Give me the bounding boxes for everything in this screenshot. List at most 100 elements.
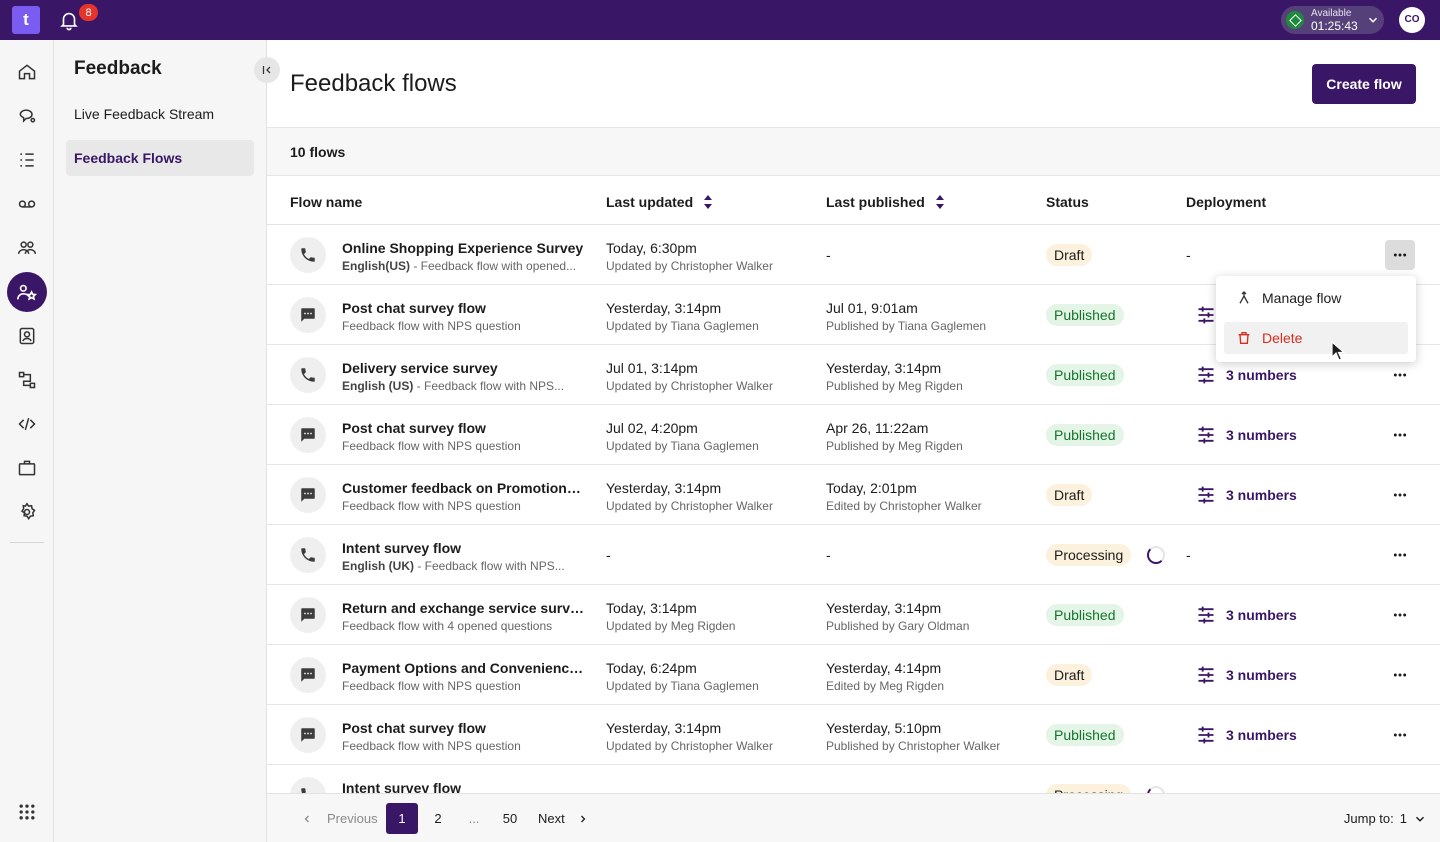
row-more-actions-button[interactable] — [1385, 540, 1415, 570]
jump-to-page-select[interactable]: Jump to: 1 — [1344, 803, 1427, 834]
last-updated-date: Today, 3:14pm — [606, 600, 697, 616]
table-row[interactable]: Post chat survey flow Feedback flow with … — [267, 705, 1440, 765]
conversations-icon[interactable] — [7, 96, 47, 136]
page-2-button[interactable]: 2 — [422, 803, 454, 834]
sliders-icon — [1198, 666, 1214, 684]
next-label: Next — [538, 811, 565, 826]
row-actions-menu: Manage flow Delete — [1216, 276, 1416, 362]
merge-arrow-icon — [1239, 291, 1249, 304]
flow-name[interactable]: Post chat survey flow — [342, 420, 584, 436]
flows-icon[interactable] — [7, 360, 47, 400]
flow-name[interactable]: Intent survey flow — [342, 540, 584, 556]
chevron-down-icon — [1415, 816, 1425, 822]
phone-icon — [290, 537, 326, 573]
sort-icon[interactable] — [703, 195, 713, 209]
settings-gear-icon[interactable] — [7, 492, 47, 532]
flow-name[interactable]: Online Shopping Experience Survey — [342, 240, 584, 256]
user-avatar[interactable]: CO — [1399, 7, 1425, 33]
deployment-link[interactable]: 3 numbers — [1196, 605, 1297, 625]
bell-icon[interactable] — [58, 9, 80, 31]
jump-to-value: 1 — [1399, 811, 1407, 826]
sliders-icon — [1198, 606, 1214, 624]
flow-name[interactable]: Post chat survey flow — [342, 300, 584, 316]
flow-name[interactable]: Return and exchange service survey — [342, 600, 584, 616]
loading-spinner-icon — [1147, 546, 1165, 564]
column-header-last-published[interactable]: Last published — [826, 194, 945, 210]
trash-icon — [1238, 332, 1250, 344]
manage-flow-menu-item[interactable]: Manage flow — [1224, 282, 1408, 314]
flow-name[interactable]: Intent survey flow — [342, 780, 584, 793]
page-50-button[interactable]: 50 — [494, 803, 526, 834]
list-icon[interactable] — [7, 140, 47, 180]
deployment-link[interactable]: 3 numbers — [1196, 725, 1297, 745]
chat-icon — [290, 417, 326, 453]
row-more-actions-button[interactable] — [1385, 600, 1415, 630]
row-more-actions-button[interactable] — [1385, 780, 1415, 793]
table-row[interactable]: Post chat survey flow Feedback flow with … — [267, 405, 1440, 465]
team-icon[interactable] — [7, 228, 47, 268]
table-row[interactable]: Return and exchange service survey Feedba… — [267, 585, 1440, 645]
sidebar-item-feedback-flows[interactable]: Feedback Flows — [66, 140, 254, 176]
deployment-link[interactable]: 3 numbers — [1196, 485, 1297, 505]
app-grid-icon[interactable] — [7, 792, 47, 832]
row-more-actions-button[interactable] — [1385, 420, 1415, 450]
rail-divider — [10, 542, 44, 543]
code-icon[interactable] — [7, 404, 47, 444]
page-ellipsis: ... — [468, 811, 480, 826]
row-more-actions-button[interactable] — [1385, 660, 1415, 690]
phone-icon — [290, 237, 326, 273]
phone-icon — [290, 357, 326, 393]
sort-icon[interactable] — [935, 195, 945, 209]
deployment-label: 3 numbers — [1226, 487, 1297, 503]
flow-name[interactable]: Post chat survey flow — [342, 720, 584, 736]
previous-page-button[interactable]: Previous — [301, 803, 378, 834]
feedback-icon[interactable] — [7, 272, 47, 312]
table-row[interactable]: Customer feedback on Promotions a... Feed… — [267, 465, 1440, 525]
contacts-icon[interactable] — [7, 316, 47, 356]
flow-description: English(US) - Feedback flow with opened.… — [342, 259, 584, 273]
sidebar-item-live-feedback-stream[interactable]: Live Feedback Stream — [66, 96, 254, 132]
flow-name[interactable]: Payment Options and Convenience S... — [342, 660, 584, 676]
row-more-actions-button[interactable] — [1385, 720, 1415, 750]
column-header-last-updated[interactable]: Last updated — [606, 194, 713, 210]
row-more-actions-button[interactable] — [1385, 360, 1415, 390]
last-updated-date: Yesterday, 3:14pm — [606, 300, 722, 316]
voicemail-icon[interactable] — [7, 184, 47, 224]
delete-menu-item[interactable]: Delete — [1224, 322, 1408, 354]
row-more-actions-button[interactable] — [1385, 480, 1415, 510]
row-more-actions-button[interactable] — [1385, 240, 1415, 270]
more-horizontal-icon — [1393, 733, 1407, 737]
collapse-sidebar-icon[interactable] — [254, 57, 280, 83]
flow-name[interactable]: Delivery service survey — [342, 360, 584, 376]
create-flow-button[interactable]: Create flow — [1312, 64, 1416, 104]
sidebar-title: Feedback — [74, 58, 162, 79]
page-1-button[interactable]: 1 — [386, 803, 418, 834]
table-row[interactable]: Intent survey flow English (UK) - Feedbac… — [267, 525, 1440, 585]
last-published-by: Published by Tiana Gaglemen — [826, 319, 987, 333]
last-updated-date: Today, 6:24pm — [606, 660, 697, 676]
more-horizontal-icon — [1393, 253, 1407, 257]
status-badge: Draft — [1046, 484, 1093, 506]
flow-name[interactable]: Customer feedback on Promotions a... — [342, 480, 584, 496]
briefcase-icon[interactable] — [7, 448, 47, 488]
deployment-link[interactable]: 3 numbers — [1196, 665, 1297, 685]
deployment-label: - — [1186, 547, 1191, 563]
flow-description-text: Feedback flow with NPS question — [342, 739, 521, 753]
deployment-link[interactable]: 3 numbers — [1196, 425, 1297, 445]
status-badge: Published — [1046, 604, 1124, 626]
column-header-label: Flow name — [290, 194, 363, 210]
table-row[interactable]: Payment Options and Convenience S... Feed… — [267, 645, 1440, 705]
status-timer: 01:25:43 — [1311, 19, 1358, 33]
status-badge: Published — [1046, 304, 1124, 326]
last-updated-by: Updated by Christopher Walker — [606, 259, 773, 273]
deployment-link[interactable]: 3 numbers — [1196, 365, 1297, 385]
app-logo[interactable]: t — [12, 6, 40, 34]
last-published-date: Apr 26, 11:22am — [826, 420, 929, 436]
more-horizontal-icon — [1393, 433, 1407, 437]
home-icon[interactable] — [7, 52, 47, 92]
last-published-by: Published by Gary Oldman — [826, 619, 970, 633]
agent-status-selector[interactable]: Available 01:25:43 — [1281, 6, 1384, 34]
table-row[interactable]: Intent survey flow Processing — [267, 765, 1440, 793]
next-page-button[interactable]: Next — [538, 803, 589, 834]
last-updated-by: Updated by Christopher Walker — [606, 379, 773, 393]
